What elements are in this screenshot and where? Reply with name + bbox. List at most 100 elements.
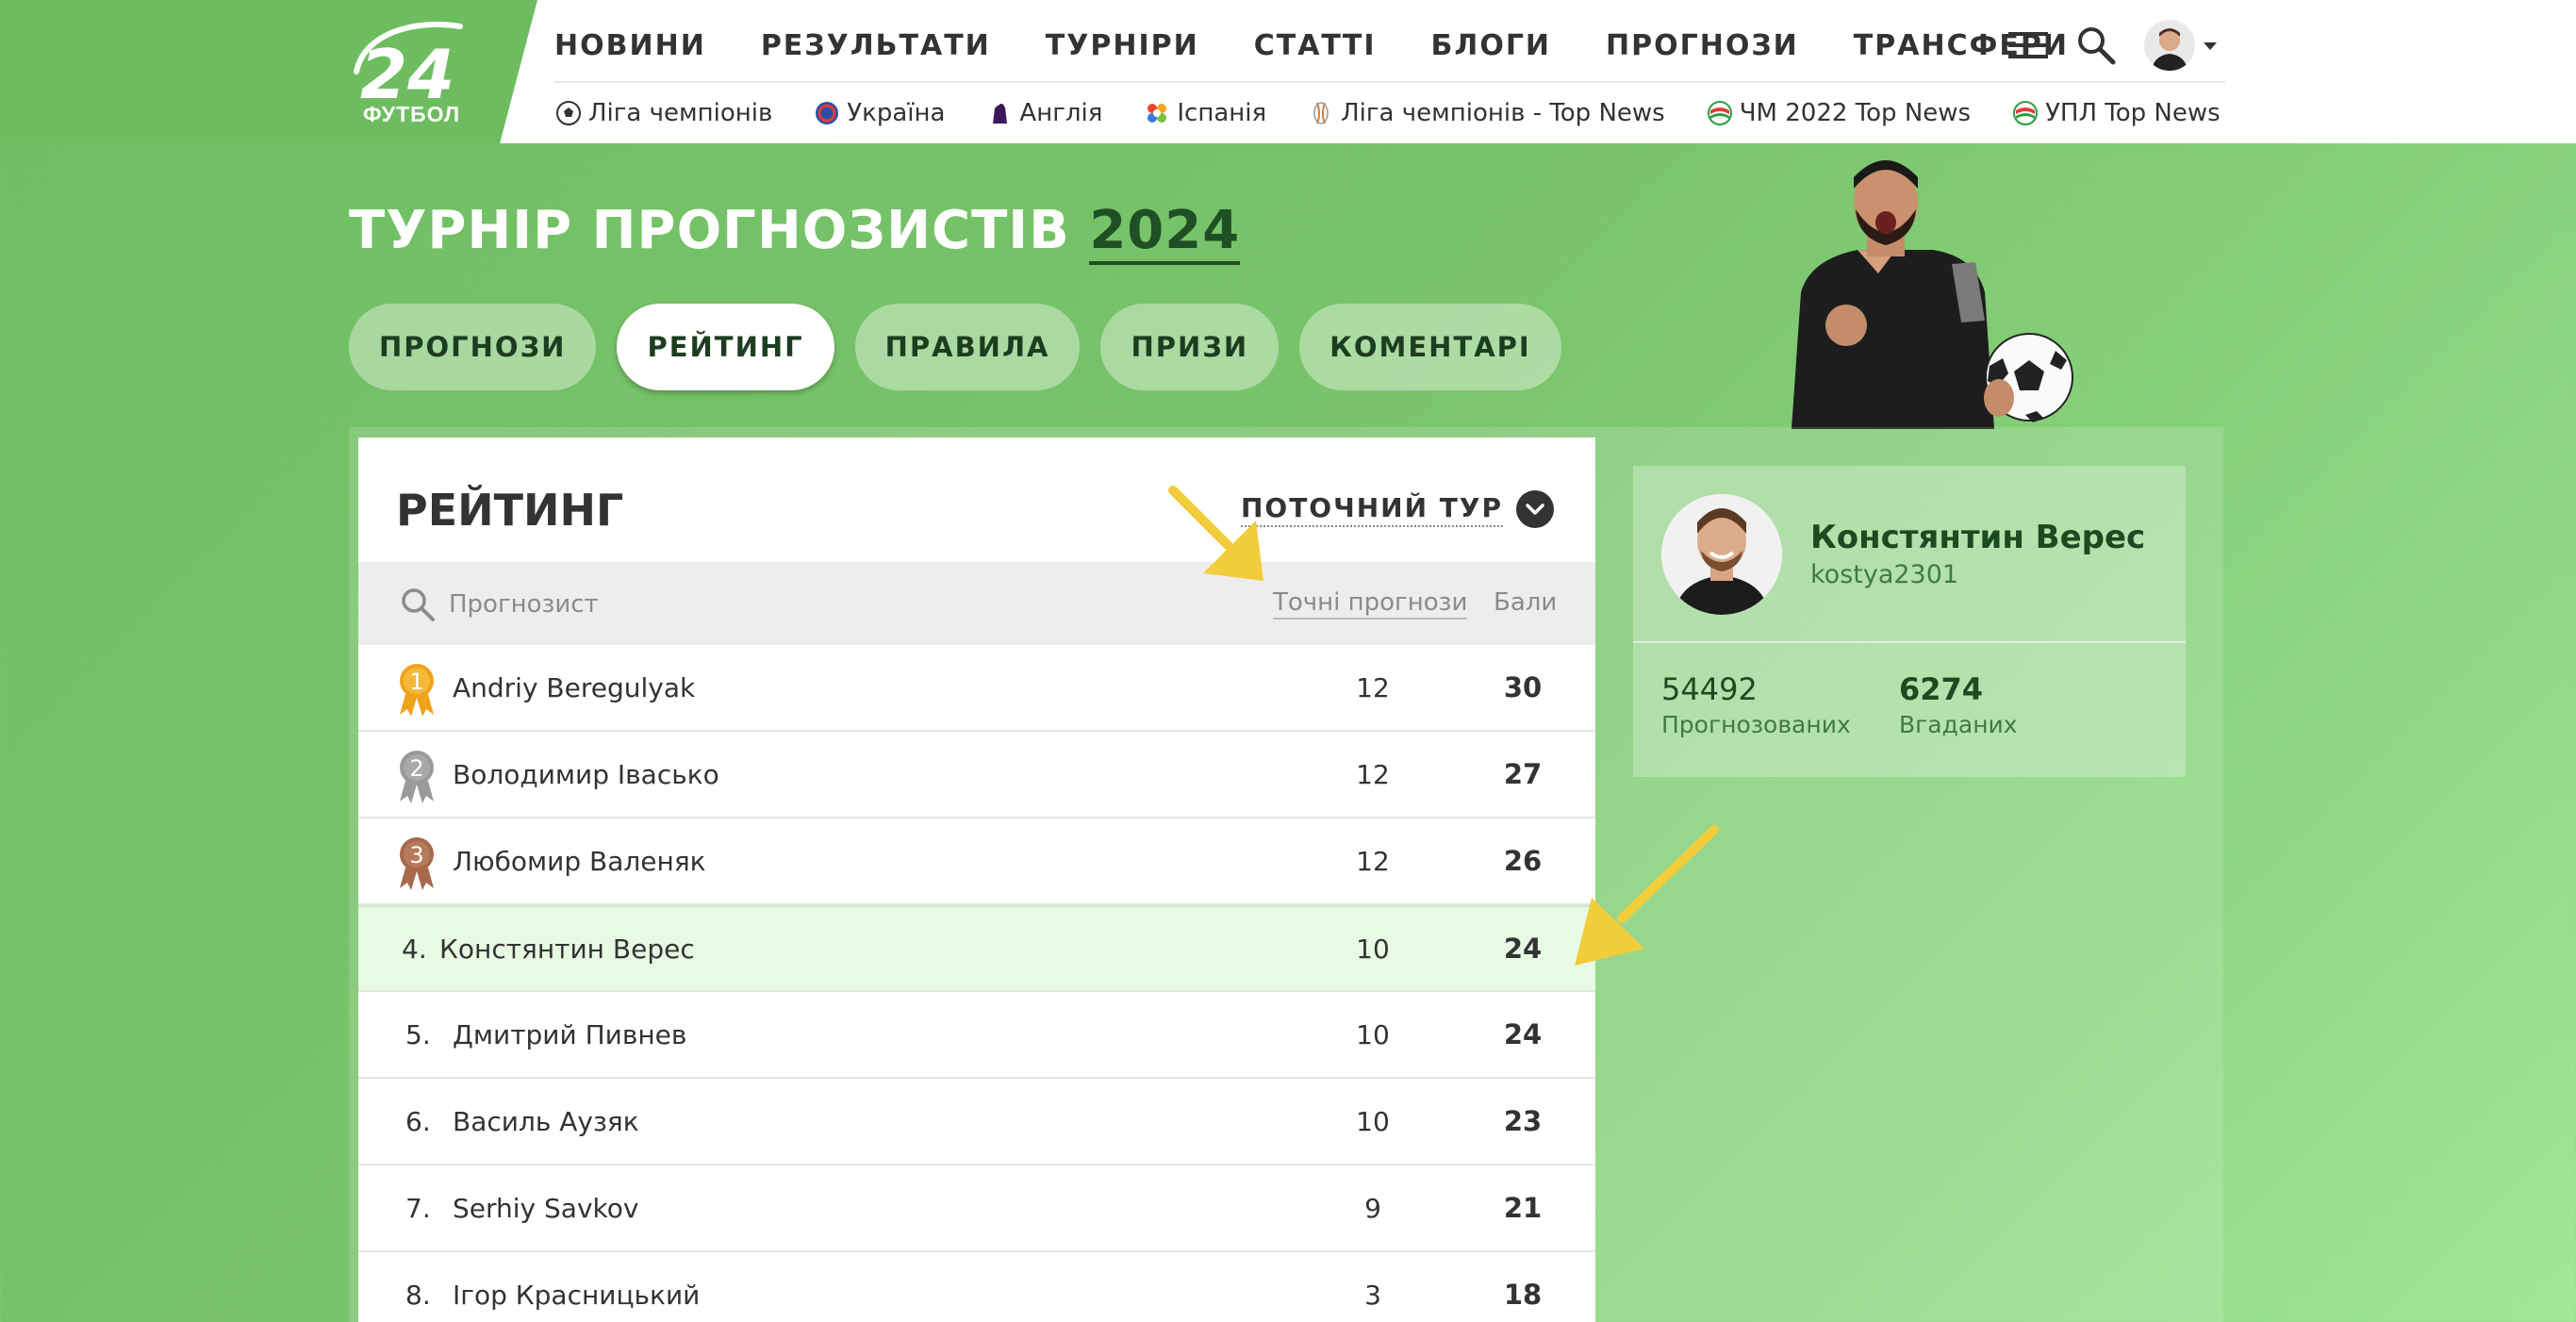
rank-number: 4. bbox=[402, 933, 427, 965]
nav-news[interactable]: НОВИНИ bbox=[554, 29, 706, 62]
search-icon[interactable] bbox=[2076, 25, 2116, 65]
tournament-tabs: ПРОГНОЗИ РЕЙТИНГ ПРАВИЛА ПРИЗИ КОМЕНТАРІ bbox=[349, 304, 1582, 390]
subnav-cl-top-news[interactable]: Ліга чемпіонів - Top News bbox=[1307, 99, 1665, 127]
tab-prizes[interactable]: ПРИЗИ bbox=[1100, 304, 1280, 390]
player-illustration bbox=[1773, 151, 2084, 429]
player-name[interactable]: Любомир Валеняк bbox=[453, 846, 706, 877]
stat-guessed-label: Вгаданих bbox=[1899, 711, 2018, 738]
premier-league-icon bbox=[985, 99, 1014, 127]
table-row[interactable]: 3 Любомир Валеняк 12 26 bbox=[358, 818, 1595, 905]
subnav-england[interactable]: Англія bbox=[985, 99, 1102, 127]
bronze-medal-icon: 3 bbox=[394, 834, 439, 892]
player-name[interactable]: Володимир Івасько bbox=[453, 759, 719, 790]
chevron-down-icon[interactable] bbox=[1516, 490, 1554, 528]
column-header-exact[interactable]: Точні прогнози bbox=[1273, 588, 1468, 620]
tab-predictions[interactable]: ПРОГНОЗИ bbox=[349, 304, 597, 390]
annotation-arrow-exact bbox=[1165, 483, 1269, 587]
stat-predicted-label: Прогнозованих bbox=[1661, 711, 1851, 738]
points: 30 bbox=[1503, 671, 1543, 703]
points: 23 bbox=[1503, 1105, 1543, 1137]
rating-card: РЕЙТИНГ ПОТОЧНИЙ ТУР Точні прогнози Бали… bbox=[358, 438, 1595, 1322]
exact-count: 10 bbox=[1356, 933, 1390, 965]
nav-tournaments[interactable]: ТУРНІРИ bbox=[1046, 29, 1199, 62]
stat-predicted: 54492 Прогнозованих bbox=[1661, 671, 1851, 738]
subnav-label: ЧМ 2022 Top News bbox=[1739, 99, 1972, 127]
table-row[interactable]: 5. Дмитрий Пивнев 10 24 bbox=[358, 992, 1595, 1079]
points: 21 bbox=[1503, 1192, 1543, 1224]
user-avatar[interactable] bbox=[2144, 20, 2195, 71]
rank-number: 7. bbox=[405, 1192, 431, 1224]
header-icons bbox=[2006, 17, 2218, 74]
main-nav: НОВИНИ РЕЗУЛЬТАТИ ТУРНІРИ СТАТТІ БЛОГИ П… bbox=[554, 21, 2123, 70]
subnav-label: Ліга чемпіонів - Top News bbox=[1341, 99, 1665, 127]
subnav-label: Англія bbox=[1019, 99, 1103, 127]
nav-results[interactable]: РЕЗУЛЬТАТИ bbox=[761, 29, 991, 62]
silver-medal-icon: 2 bbox=[394, 747, 439, 805]
chevron-down-icon[interactable] bbox=[2203, 40, 2218, 51]
profile-header: Констянтин Верес kostya2301 bbox=[1633, 466, 2186, 643]
table-header: Точні прогнози Бали bbox=[358, 562, 1595, 645]
points: 27 bbox=[1503, 758, 1543, 790]
points: 24 bbox=[1503, 933, 1543, 965]
points: 18 bbox=[1503, 1279, 1543, 1311]
nav-articles[interactable]: СТАТТІ bbox=[1254, 29, 1377, 62]
player-name[interactable]: Василь Аузяк bbox=[453, 1106, 639, 1137]
tab-rules[interactable]: ПРАВИЛА bbox=[854, 304, 1081, 390]
subnav-wc-top-news[interactable]: ЧМ 2022 Top News bbox=[1706, 99, 1971, 127]
subnav-label: УПЛ Top News bbox=[2045, 99, 2221, 127]
svg-text:2: 2 bbox=[409, 755, 423, 782]
svg-text:1: 1 bbox=[409, 669, 423, 695]
sub-nav: Ліга чемпіонів Україна Англія Іспанія Лі… bbox=[554, 94, 2261, 132]
table-row[interactable]: 7. Serhiy Savkov 9 21 bbox=[358, 1165, 1595, 1252]
nav-blogs[interactable]: БЛОГИ bbox=[1431, 29, 1552, 62]
exact-count: 10 bbox=[1356, 1018, 1390, 1050]
subnav-spain[interactable]: Іспанія bbox=[1143, 99, 1266, 127]
profile-name: Констянтин Верес bbox=[1810, 519, 2146, 556]
exact-count: 12 bbox=[1356, 671, 1390, 703]
subnav-label: Україна bbox=[847, 99, 946, 127]
nav-predictions[interactable]: ПРОГНОЗИ bbox=[1606, 29, 1799, 62]
rank-number: 6. bbox=[405, 1105, 431, 1137]
round-selector-label[interactable]: ПОТОЧНИЙ ТУР bbox=[1240, 492, 1503, 527]
exact-count: 9 bbox=[1364, 1192, 1381, 1224]
europa-trophy-icon bbox=[1307, 99, 1335, 127]
table-row[interactable]: 1 Andriy Beregulyak 12 30 bbox=[358, 645, 1595, 732]
player-name[interactable]: Дмитрий Пивнев bbox=[453, 1019, 686, 1050]
table-row-current-user[interactable]: 4. Констянтин Верес 10 24 bbox=[358, 905, 1595, 992]
player-name[interactable]: Andriy Beregulyak bbox=[453, 672, 695, 703]
column-header-points[interactable]: Бали bbox=[1494, 588, 1557, 617]
tab-rating[interactable]: РЕЙТИНГ bbox=[617, 304, 834, 390]
subnav-label: Іспанія bbox=[1177, 99, 1267, 127]
profile-avatar[interactable] bbox=[1661, 494, 1782, 615]
logo-subtitle: ФУТБОЛ bbox=[363, 102, 461, 126]
player-name[interactable]: Ігор Красницький bbox=[453, 1280, 700, 1311]
profile-username: kostya2301 bbox=[1810, 560, 1959, 589]
page-title-year[interactable]: 2024 bbox=[1089, 200, 1241, 265]
exact-count: 10 bbox=[1356, 1105, 1390, 1137]
table-row[interactable]: 8. Ігор Красницький 3 18 bbox=[358, 1252, 1595, 1322]
player-name[interactable]: Serhiy Savkov bbox=[453, 1193, 638, 1224]
nav-divider bbox=[554, 81, 2225, 83]
rating-title: РЕЙТИНГ bbox=[396, 485, 624, 536]
ukraine-league-icon bbox=[813, 99, 841, 127]
exact-count: 12 bbox=[1356, 758, 1390, 790]
wc-badge-icon bbox=[1706, 99, 1734, 127]
table-row[interactable]: 6. Василь Аузяк 10 23 bbox=[358, 1079, 1595, 1165]
search-input[interactable] bbox=[449, 583, 977, 626]
tab-comments[interactable]: КОМЕНТАРІ bbox=[1299, 304, 1561, 390]
points: 26 bbox=[1503, 845, 1543, 877]
player-name[interactable]: Констянтин Верес bbox=[439, 934, 695, 965]
round-selector[interactable]: ПОТОЧНИЙ ТУР bbox=[1240, 490, 1554, 528]
exact-count: 3 bbox=[1364, 1279, 1381, 1311]
subnav-champions-league[interactable]: Ліга чемпіонів bbox=[554, 99, 772, 127]
soccer-ball-icon bbox=[554, 99, 583, 127]
annotation-arrow-points bbox=[1569, 824, 1720, 971]
laliga-icon bbox=[1143, 99, 1171, 127]
gold-medal-icon: 1 bbox=[394, 660, 439, 719]
table-row[interactable]: 2 Володимир Івасько 12 27 bbox=[358, 732, 1595, 818]
svg-text:3: 3 bbox=[409, 842, 423, 868]
menu-icon[interactable] bbox=[2006, 29, 2050, 61]
profile-card: Констянтин Верес kostya2301 54492 Прогно… bbox=[1633, 466, 2186, 777]
subnav-upl-top-news[interactable]: УПЛ Top News bbox=[2011, 99, 2221, 127]
subnav-ukraine[interactable]: Україна bbox=[813, 99, 945, 127]
